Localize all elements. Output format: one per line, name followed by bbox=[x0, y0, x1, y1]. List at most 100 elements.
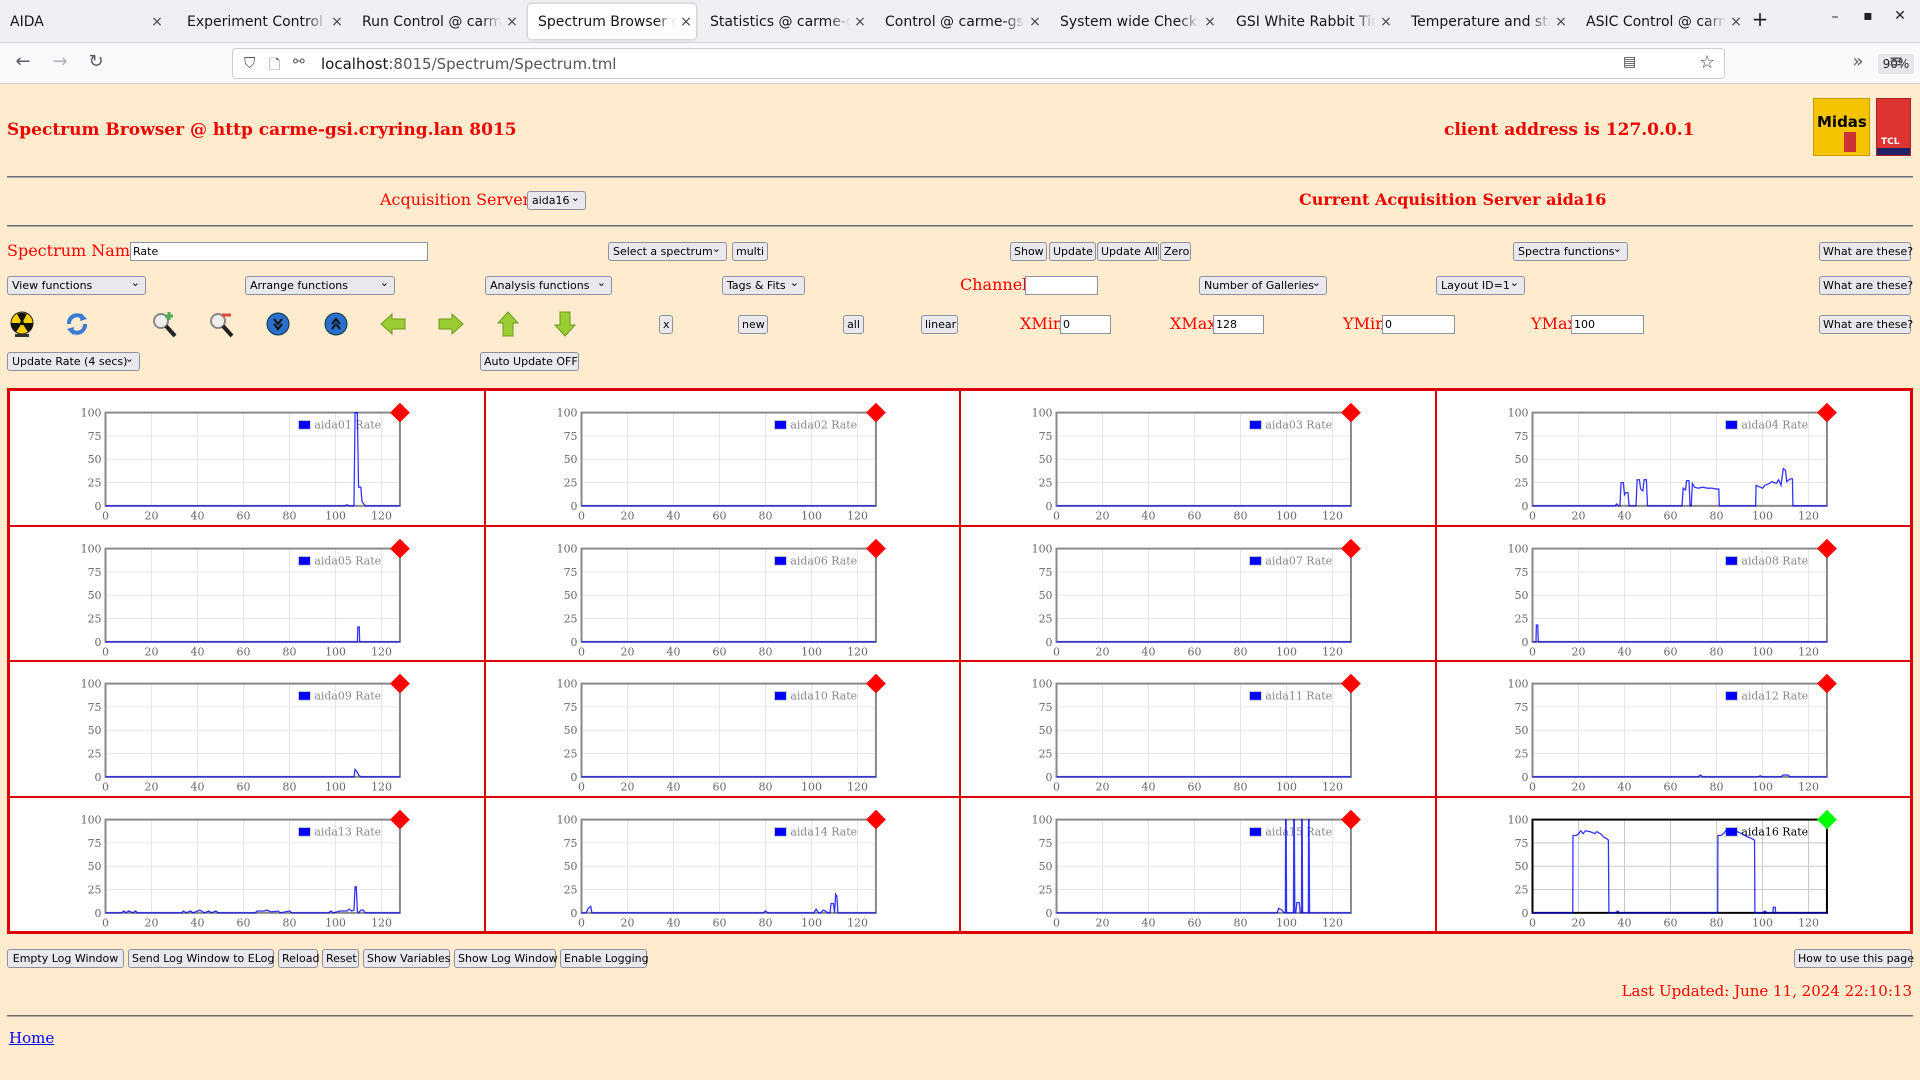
browser-tab[interactable]: Control @ carme-gsi × bbox=[875, 3, 1045, 40]
layout-id-dropdown[interactable]: Layout ID=1 bbox=[1436, 276, 1525, 295]
footer-button-reload[interactable]: Reload bbox=[278, 949, 319, 968]
footer-button-show-variables[interactable]: Show Variables bbox=[363, 949, 450, 968]
arrow-left-icon[interactable] bbox=[379, 310, 407, 338]
reload-icon[interactable]: ↻ bbox=[83, 51, 109, 72]
browser-tab[interactable]: Run Control @ carme-gsi× bbox=[352, 3, 522, 40]
close-tab-icon[interactable]: × bbox=[676, 14, 696, 30]
spectrum-chart[interactable]: 0 20 40 60 80 100 120 0 25 50 75 100 aida10 Rate bbox=[486, 662, 960, 796]
close-tab-icon[interactable]: × bbox=[502, 14, 522, 30]
browser-tab[interactable]: Experiment Control @ carme-gsi× bbox=[177, 3, 347, 40]
footer-button-show-log-window[interactable]: Show Log Window bbox=[454, 949, 558, 968]
spectrum-chart[interactable]: 0 20 40 60 80 100 120 0 25 50 75 100 aida02 Rate bbox=[486, 391, 960, 525]
arrange-functions-dropdown[interactable]: Arrange functions bbox=[245, 276, 395, 295]
spectrum-panel[interactable]: 0 20 40 60 80 100 120 0 25 50 75 100 aida11 Rate bbox=[960, 661, 1436, 797]
url-text[interactable]: localhost:8015/Spectrum/Spectrum.tml bbox=[321, 55, 616, 73]
new-button[interactable]: new bbox=[738, 315, 768, 334]
how-to-use-button[interactable]: How to use this page bbox=[1794, 949, 1914, 968]
spectrum-chart[interactable]: 0 20 40 60 80 100 120 0 25 50 75 100 aida12 Rate bbox=[1437, 662, 1911, 796]
hamburger-menu-icon[interactable]: ≡ bbox=[1883, 51, 1909, 72]
new-tab-icon[interactable]: + bbox=[1745, 7, 1775, 31]
status-diamond-icon[interactable] bbox=[1816, 673, 1837, 694]
status-diamond-icon[interactable] bbox=[389, 538, 410, 558]
update-all-button[interactable]: Update All bbox=[1097, 242, 1159, 261]
close-window-icon[interactable]: ✕ bbox=[1885, 8, 1915, 24]
what-are-these-button-1[interactable]: What are these? bbox=[1819, 242, 1913, 261]
spectrum-panel[interactable]: 0 20 40 60 80 100 120 0 25 50 75 100 aida03 Rate bbox=[960, 390, 1436, 526]
status-diamond-icon[interactable] bbox=[1340, 673, 1361, 694]
spectrum-chart[interactable]: 0 20 40 60 80 100 120 0 25 50 75 100 aida07 Rate bbox=[961, 527, 1435, 661]
acquisition-server-select[interactable]: aida16 bbox=[527, 191, 586, 210]
zoom-in-icon[interactable] bbox=[150, 310, 178, 338]
status-diamond-icon[interactable] bbox=[389, 673, 410, 694]
close-tab-icon[interactable]: × bbox=[1025, 14, 1045, 30]
status-diamond-icon[interactable] bbox=[1816, 402, 1837, 423]
bookmark-star-icon[interactable]: ☆ bbox=[1699, 52, 1715, 73]
status-diamond-icon[interactable] bbox=[1340, 809, 1361, 829]
status-diamond-icon[interactable] bbox=[1340, 538, 1361, 558]
spectra-functions-dropdown[interactable]: Spectra functions bbox=[1513, 242, 1628, 261]
update-rate-dropdown[interactable]: Update Rate (4 secs) bbox=[7, 352, 140, 371]
spectrum-panel[interactable]: 0 20 40 60 80 100 120 0 25 50 75 100 aida12 Rate bbox=[1435, 661, 1911, 797]
what-are-these-button-3[interactable]: What are these? bbox=[1819, 315, 1913, 334]
spectrum-panel[interactable]: 0 20 40 60 80 100 120 0 25 50 75 100 aida16 Rate bbox=[1435, 796, 1911, 932]
all-button[interactable]: all bbox=[843, 315, 864, 334]
spectrum-chart[interactable]: 0 20 40 60 80 100 120 0 25 50 75 100 aida15 Rate bbox=[961, 798, 1435, 932]
scroll-down-icon[interactable] bbox=[264, 310, 292, 338]
spectrum-panel[interactable]: 0 20 40 60 80 100 120 0 25 50 75 100 aida09 Rate bbox=[9, 661, 485, 797]
spectrum-chart[interactable]: 0 20 40 60 80 100 120 0 25 50 75 100 aida01 Rate bbox=[10, 391, 484, 525]
update-button[interactable]: Update bbox=[1049, 242, 1096, 261]
spectrum-chart[interactable]: 0 20 40 60 80 100 120 0 25 50 75 100 aida16 Rate bbox=[1437, 798, 1911, 932]
multi-button[interactable]: multi bbox=[732, 242, 768, 261]
browser-tab[interactable]: ASIC Control @ carme-gsi× bbox=[1576, 3, 1746, 40]
maximize-icon[interactable]: ▪ bbox=[1853, 8, 1883, 24]
browser-tab[interactable]: Temperature and status× bbox=[1401, 3, 1571, 40]
linear-button[interactable]: linear bbox=[921, 315, 958, 334]
forward-icon[interactable]: → bbox=[47, 51, 73, 72]
analysis-functions-dropdown[interactable]: Analysis functions bbox=[485, 276, 612, 295]
xmax-input[interactable]: 128 bbox=[1213, 315, 1264, 334]
spectrum-panel[interactable]: 0 20 40 60 80 100 120 0 25 50 75 100 aida13 Rate bbox=[9, 796, 485, 932]
home-link[interactable]: Home bbox=[9, 1029, 54, 1047]
close-tab-icon[interactable]: × bbox=[327, 14, 347, 30]
spectrum-chart[interactable]: 0 20 40 60 80 100 120 0 25 50 75 100 aida08 Rate bbox=[1437, 527, 1911, 661]
status-diamond-icon[interactable] bbox=[865, 673, 886, 694]
spectrum-panel[interactable]: 0 20 40 60 80 100 120 0 25 50 75 100 aida14 Rate bbox=[484, 796, 960, 932]
scroll-up-icon[interactable] bbox=[322, 310, 350, 338]
browser-tab[interactable]: GSI White Rabbit Timestamp× bbox=[1226, 3, 1396, 40]
close-tab-icon[interactable]: × bbox=[1200, 14, 1220, 30]
view-functions-dropdown[interactable]: View functions bbox=[7, 276, 146, 295]
spectrum-chart[interactable]: 0 20 40 60 80 100 120 0 25 50 75 100 aida03 Rate bbox=[961, 391, 1435, 525]
spectrum-chart[interactable]: 0 20 40 60 80 100 120 0 25 50 75 100 aida05 Rate bbox=[10, 527, 484, 661]
auto-update-button[interactable]: Auto Update OFF bbox=[480, 352, 579, 371]
status-diamond-icon[interactable] bbox=[1816, 538, 1837, 558]
footer-button-send-log-window-to-elog[interactable]: Send Log Window to ELog bbox=[128, 949, 274, 968]
spectrum-panel[interactable]: 0 20 40 60 80 100 120 0 25 50 75 100 aida06 Rate bbox=[484, 525, 960, 661]
status-diamond-icon[interactable] bbox=[1816, 809, 1837, 829]
spectrum-panel[interactable]: 0 20 40 60 80 100 120 0 25 50 75 100 aida05 Rate bbox=[9, 525, 485, 661]
close-tab-icon[interactable]: × bbox=[1376, 14, 1396, 30]
radiation-icon[interactable] bbox=[8, 310, 36, 338]
close-tab-icon[interactable]: × bbox=[147, 14, 167, 30]
spectrum-chart[interactable]: 0 20 40 60 80 100 120 0 25 50 75 100 aida14 Rate bbox=[486, 798, 960, 932]
spectrum-chart[interactable]: 0 20 40 60 80 100 120 0 25 50 75 100 aida06 Rate bbox=[486, 527, 960, 661]
arrow-up-icon[interactable] bbox=[494, 310, 522, 338]
status-diamond-icon[interactable] bbox=[389, 809, 410, 829]
spectrum-name-input[interactable]: Rate bbox=[130, 242, 428, 261]
spectrum-panel[interactable]: 0 20 40 60 80 100 120 0 25 50 75 100 aida01 Rate bbox=[9, 390, 485, 526]
spectrum-panel[interactable]: 0 20 40 60 80 100 120 0 25 50 75 100 aida07 Rate bbox=[960, 525, 1436, 661]
browser-tab[interactable]: Statistics @ carme-gsi× bbox=[700, 3, 870, 40]
browser-tab[interactable]: System wide Checks @× bbox=[1050, 3, 1220, 40]
number-of-galleries-dropdown[interactable]: Number of Galleries bbox=[1199, 276, 1327, 295]
spectrum-chart[interactable]: 0 20 40 60 80 100 120 0 25 50 75 100 aida09 Rate bbox=[10, 662, 484, 796]
ymin-input[interactable]: 0 bbox=[1382, 315, 1455, 334]
shield-icon[interactable]: ⛉ bbox=[244, 54, 255, 72]
status-diamond-icon[interactable] bbox=[865, 402, 886, 423]
status-diamond-icon[interactable] bbox=[865, 538, 886, 558]
close-tab-icon[interactable]: × bbox=[1551, 14, 1571, 30]
ymax-input[interactable]: 100 bbox=[1571, 315, 1644, 334]
show-button[interactable]: Show bbox=[1010, 242, 1047, 261]
close-tab-icon[interactable]: × bbox=[850, 14, 870, 30]
zero-button[interactable]: Zero bbox=[1160, 242, 1191, 261]
spectrum-panel[interactable]: 0 20 40 60 80 100 120 0 25 50 75 100 aida10 Rate bbox=[484, 661, 960, 797]
what-are-these-button-2[interactable]: What are these? bbox=[1819, 276, 1913, 295]
